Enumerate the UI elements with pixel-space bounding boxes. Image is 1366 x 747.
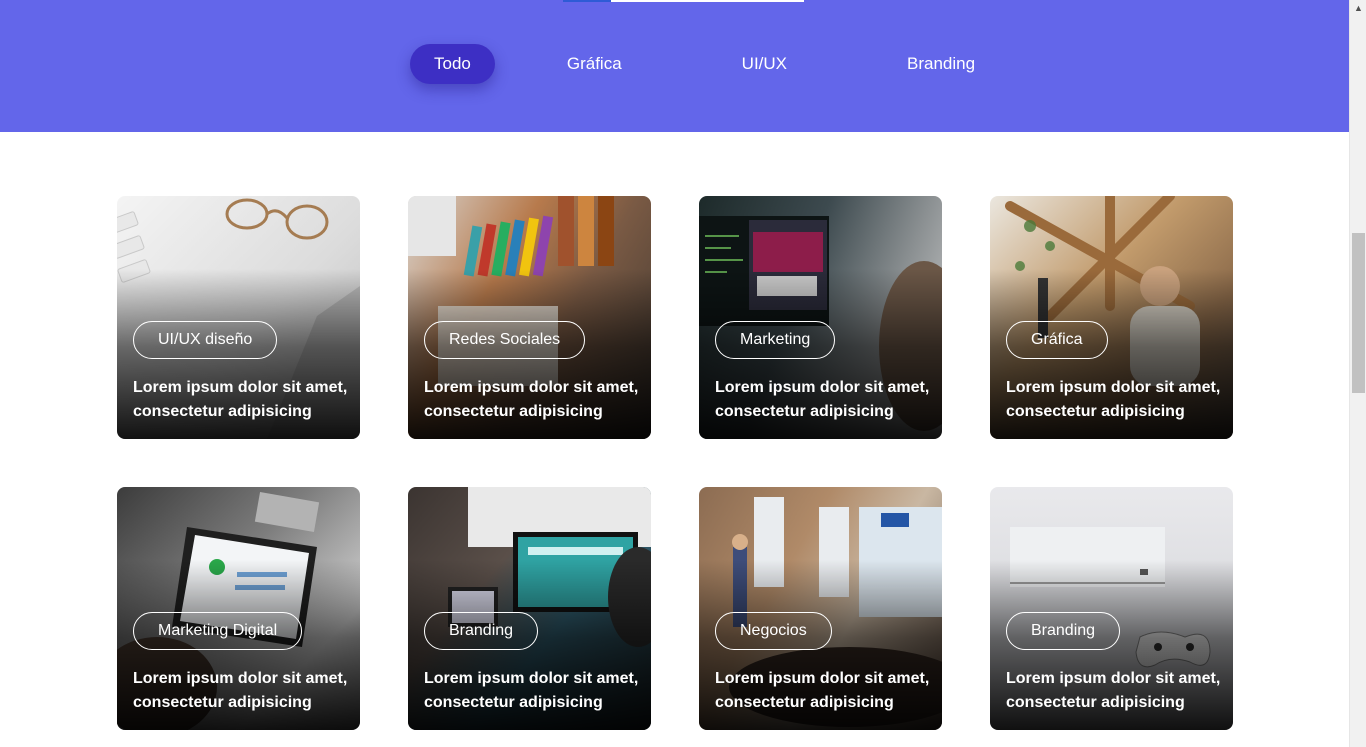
card-description: Lorem ipsum dolor sit amet, consectetur … <box>133 379 348 420</box>
card-category-tag[interactable]: Redes Sociales <box>424 321 586 359</box>
card-description: Lorem ipsum dolor sit amet, consectetur … <box>424 670 639 711</box>
portfolio-card[interactable]: Branding Lorem ipsum dolor sit amet, con… <box>990 487 1233 730</box>
vertical-scrollbar[interactable]: ▲ <box>1349 0 1366 747</box>
card-category-tag[interactable]: Branding <box>1006 612 1121 650</box>
portfolio-card[interactable]: Gráfica Lorem ipsum dolor sit amet, cons… <box>990 196 1233 439</box>
portfolio-card[interactable]: Branding Lorem ipsum dolor sit amet, con… <box>408 487 651 730</box>
tab-todo[interactable]: Todo <box>410 44 495 84</box>
tab-uiux[interactable]: UI/UX <box>718 44 811 84</box>
tab-branding[interactable]: Branding <box>883 44 999 84</box>
portfolio-card[interactable]: Negocios Lorem ipsum dolor sit amet, con… <box>699 487 942 730</box>
portfolio-card[interactable]: UI/UX diseño Lorem ipsum dolor sit amet,… <box>117 196 360 439</box>
card-category-tag[interactable]: Branding <box>424 612 539 650</box>
card-category-tag[interactable]: Negocios <box>715 612 832 650</box>
filter-header: Todo Gráfica UI/UX Branding <box>0 0 1349 132</box>
card-description: Lorem ipsum dolor sit amet, consectetur … <box>1006 379 1221 420</box>
section-title-underline <box>563 0 804 2</box>
card-description: Lorem ipsum dolor sit amet, consectetur … <box>715 670 930 711</box>
card-description: Lorem ipsum dolor sit amet, consectetur … <box>133 670 348 711</box>
portfolio-card[interactable]: Marketing Lorem ipsum dolor sit amet, co… <box>699 196 942 439</box>
underline-accent <box>563 0 611 2</box>
tab-grafica[interactable]: Gráfica <box>543 44 646 84</box>
portfolio-card[interactable]: Marketing Digital Lorem ipsum dolor sit … <box>117 487 360 730</box>
card-category-tag[interactable]: Gráfica <box>1006 321 1108 359</box>
card-description: Lorem ipsum dolor sit amet, consectetur … <box>715 379 930 420</box>
card-category-tag[interactable]: UI/UX diseño <box>133 321 278 359</box>
card-description: Lorem ipsum dolor sit amet, consectetur … <box>1006 670 1221 711</box>
arrow-up-icon[interactable]: ▲ <box>1350 0 1366 17</box>
portfolio-grid: UI/UX diseño Lorem ipsum dolor sit amet,… <box>117 196 1233 730</box>
scrollbar-thumb[interactable] <box>1352 233 1365 393</box>
card-category-tag[interactable]: Marketing <box>715 321 836 359</box>
filter-tabs: Todo Gráfica UI/UX Branding <box>410 44 999 84</box>
portfolio-card[interactable]: Redes Sociales Lorem ipsum dolor sit ame… <box>408 196 651 439</box>
card-category-tag[interactable]: Marketing Digital <box>133 612 303 650</box>
card-description: Lorem ipsum dolor sit amet, consectetur … <box>424 379 639 420</box>
